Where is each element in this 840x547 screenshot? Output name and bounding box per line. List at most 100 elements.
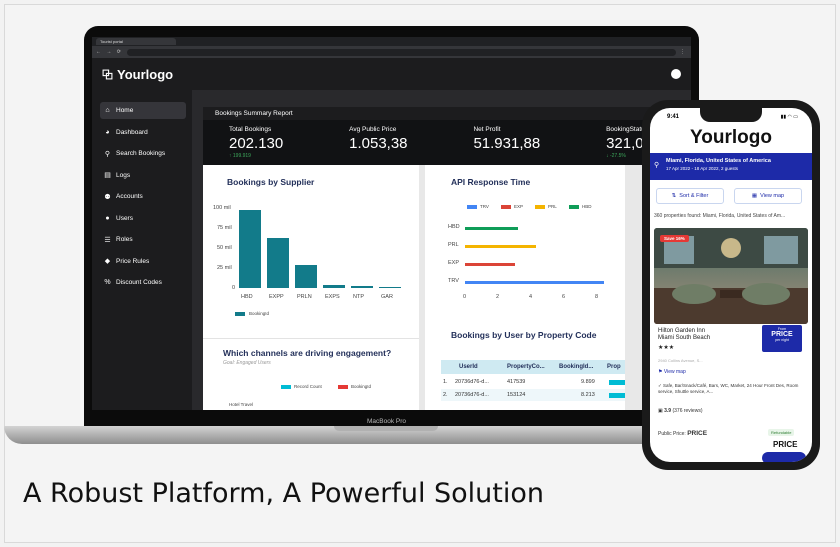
x-tick: EXPS [325, 294, 340, 300]
sort-filter-button[interactable]: ⇅ Sort & Filter [656, 188, 724, 204]
app-header: Yourlogo [92, 58, 691, 90]
divider [203, 338, 419, 339]
star-rating: ★★★ [658, 345, 675, 351]
legend-label: TRV [480, 204, 489, 209]
laptop-screen: Tourist portal ← → ⟳ ⋮ Yourlogo ⌂ Home ◕ D… [92, 37, 691, 410]
sidebar-item-label: Accounts [116, 193, 143, 200]
x-tick: 4 [529, 294, 533, 300]
address-bar[interactable] [126, 48, 676, 56]
account-icon[interactable] [671, 69, 681, 79]
user-id: 20736d76-d... [455, 379, 489, 385]
hotel-name-line2: Miami South Beach [658, 335, 711, 341]
browser-extension-icons[interactable]: ⋮ [680, 49, 687, 55]
legend-swatch [338, 385, 348, 389]
search-query: Miami, Florida, United States of America [666, 158, 771, 164]
table-header: UserId PropertyCo... BookingId... Prop [441, 360, 625, 374]
app-logo-text: Yourlogo [117, 66, 174, 82]
hotel-name[interactable]: Hilton Garden Inn Miami South Beach [658, 328, 710, 342]
percent-icon: % [104, 279, 111, 286]
refundable-badge: Refundable [768, 429, 795, 436]
hotel-view-map-link[interactable]: ⚑ View map [658, 369, 686, 375]
api-bar-hbd[interactable] [465, 227, 518, 230]
table-row[interactable]: 1. 20736d76-d... 417539 9.899 [441, 376, 625, 388]
kpi-value: 202.130 [229, 135, 284, 152]
sidebar-item-dashboard[interactable]: ◕ Dashboard [100, 124, 186, 141]
legend-label: EXP [514, 204, 524, 209]
dashboard-main: Bookings Summary Report travco Total Boo… [192, 90, 691, 410]
supplier-bar-hbd[interactable] [239, 210, 261, 288]
y-tick: 100 mil [213, 205, 231, 211]
filter-icon: ⇅ [671, 193, 677, 199]
right-panel: API Response Time TRV EXP PRL HBD HBD PR… [425, 165, 625, 410]
column-header[interactable]: UserId [459, 364, 478, 370]
hotel-photo[interactable]: Save 16% [654, 228, 808, 324]
public-price: Public Price: PRICE [658, 430, 707, 437]
search-summary[interactable]: ⚲ Miami, Florida, United States of Ameri… [650, 153, 812, 180]
api-bar-prl[interactable] [465, 245, 536, 248]
row-index: 2. [443, 392, 448, 398]
sidebar-item-accounts[interactable]: ⚉ Accounts [100, 188, 186, 205]
view-map-button[interactable]: ▦ View map [734, 188, 802, 204]
app-body: ⌂ Home ◕ Dashboard ⚲ Search Bookings ▤ Logs … [92, 90, 691, 410]
kpi-label: Avg Public Price [349, 126, 397, 133]
row-index: 1. [443, 379, 448, 385]
table-row[interactable]: 2. 20736d76-d... 153124 8.213 [441, 389, 625, 401]
sidebar-item-roles[interactable]: ☰ Roles [100, 231, 186, 248]
row-bar [609, 380, 625, 385]
sidebar-item-label: Dashboard [116, 128, 148, 136]
review-count: (376 reviews) [672, 408, 703, 414]
search-dates: 17 Apr 2022 - 18 Apr 2022, 2 guests [666, 166, 739, 171]
book-button[interactable] [762, 452, 806, 462]
sidebar-item-label: Home [116, 107, 134, 114]
report-header: Bookings Summary Report travco [203, 107, 691, 120]
browser-tabs: Tourist portal [92, 37, 691, 46]
price-box[interactable]: From PRICE per night [762, 325, 802, 352]
column-header[interactable]: BookingId... [559, 364, 593, 370]
sort-filter-label: Sort & Filter [679, 193, 709, 199]
x-tick: 8 [595, 294, 599, 300]
api-bar-trv[interactable] [465, 281, 604, 284]
legend-label: PRL [548, 204, 557, 209]
sidebar-item-label: Users [116, 214, 133, 222]
column-header[interactable]: PropertyCo... [507, 364, 545, 370]
supplier-bar-gar[interactable] [379, 287, 401, 288]
browser-tab[interactable]: Tourist portal [96, 38, 176, 45]
sidebar-item-search-bookings[interactable]: ⚲ Search Bookings [100, 145, 186, 162]
x-tick: 2 [496, 294, 500, 300]
supplier-bar-ntp[interactable] [351, 285, 373, 288]
sidebar-item-price-rules[interactable]: ◆ Price Rules [100, 253, 186, 270]
legend-label: Record Count [294, 384, 322, 389]
user-icon: ● [105, 214, 110, 222]
sidebar-item-label: Logs [116, 171, 131, 179]
user-id: 20736d76-d... [455, 392, 489, 398]
supplier-bar-prln[interactable] [295, 264, 317, 288]
sidebar-item-users[interactable]: ● Users [100, 210, 186, 227]
phone-time: 9:41 [667, 114, 680, 120]
kpi-net-profit: Net Profit 51.931,88 [473, 126, 540, 165]
legend-swatch-exp [501, 205, 511, 209]
booking-count: 9.899 [581, 379, 595, 385]
column-header[interactable]: Prop [607, 364, 621, 370]
phone-logo[interactable]: Yourlogo [650, 127, 812, 149]
sidebar-item-label: Discount Codes [116, 279, 162, 286]
sidebar-item-discount-codes[interactable]: % Discount Codes [100, 274, 186, 291]
api-bar-exp[interactable] [465, 263, 515, 266]
browser-nav-icons[interactable]: ← → ⟳ [96, 49, 123, 55]
app-logo[interactable]: Yourlogo [102, 67, 173, 82]
rating-score: 3.9 [664, 408, 672, 414]
left-panel: Bookings by Supplier 100 mil 75 mil 50 m… [203, 165, 419, 410]
kpi-total-bookings: Total Bookings 202.130 ↑ 199.919 [229, 126, 283, 165]
legend-swatch-prl [535, 205, 545, 209]
hotel-address: 2940 Collins Avenue, S... [658, 358, 703, 363]
review-rating[interactable]: ▣ 3.9 (376 reviews) [658, 408, 702, 414]
sidebar-item-home[interactable]: ⌂ Home [100, 102, 186, 119]
phone-screen: 9:41 ▮▮ ◠ ▭ Yourlogo ⚲ Miami, Florida, U… [650, 108, 812, 462]
y-tick: HBD [448, 224, 460, 230]
sidebar: ⌂ Home ◕ Dashboard ⚲ Search Bookings ▤ Logs … [92, 90, 192, 410]
y-tick: EXP [448, 260, 460, 266]
search-icon: ⚲ [104, 150, 111, 158]
sidebar-item-logs[interactable]: ▤ Logs [100, 167, 186, 184]
search-icon: ⚲ [654, 162, 660, 169]
supplier-bar-expp[interactable] [267, 238, 289, 288]
supplier-bar-exps[interactable] [323, 284, 345, 288]
